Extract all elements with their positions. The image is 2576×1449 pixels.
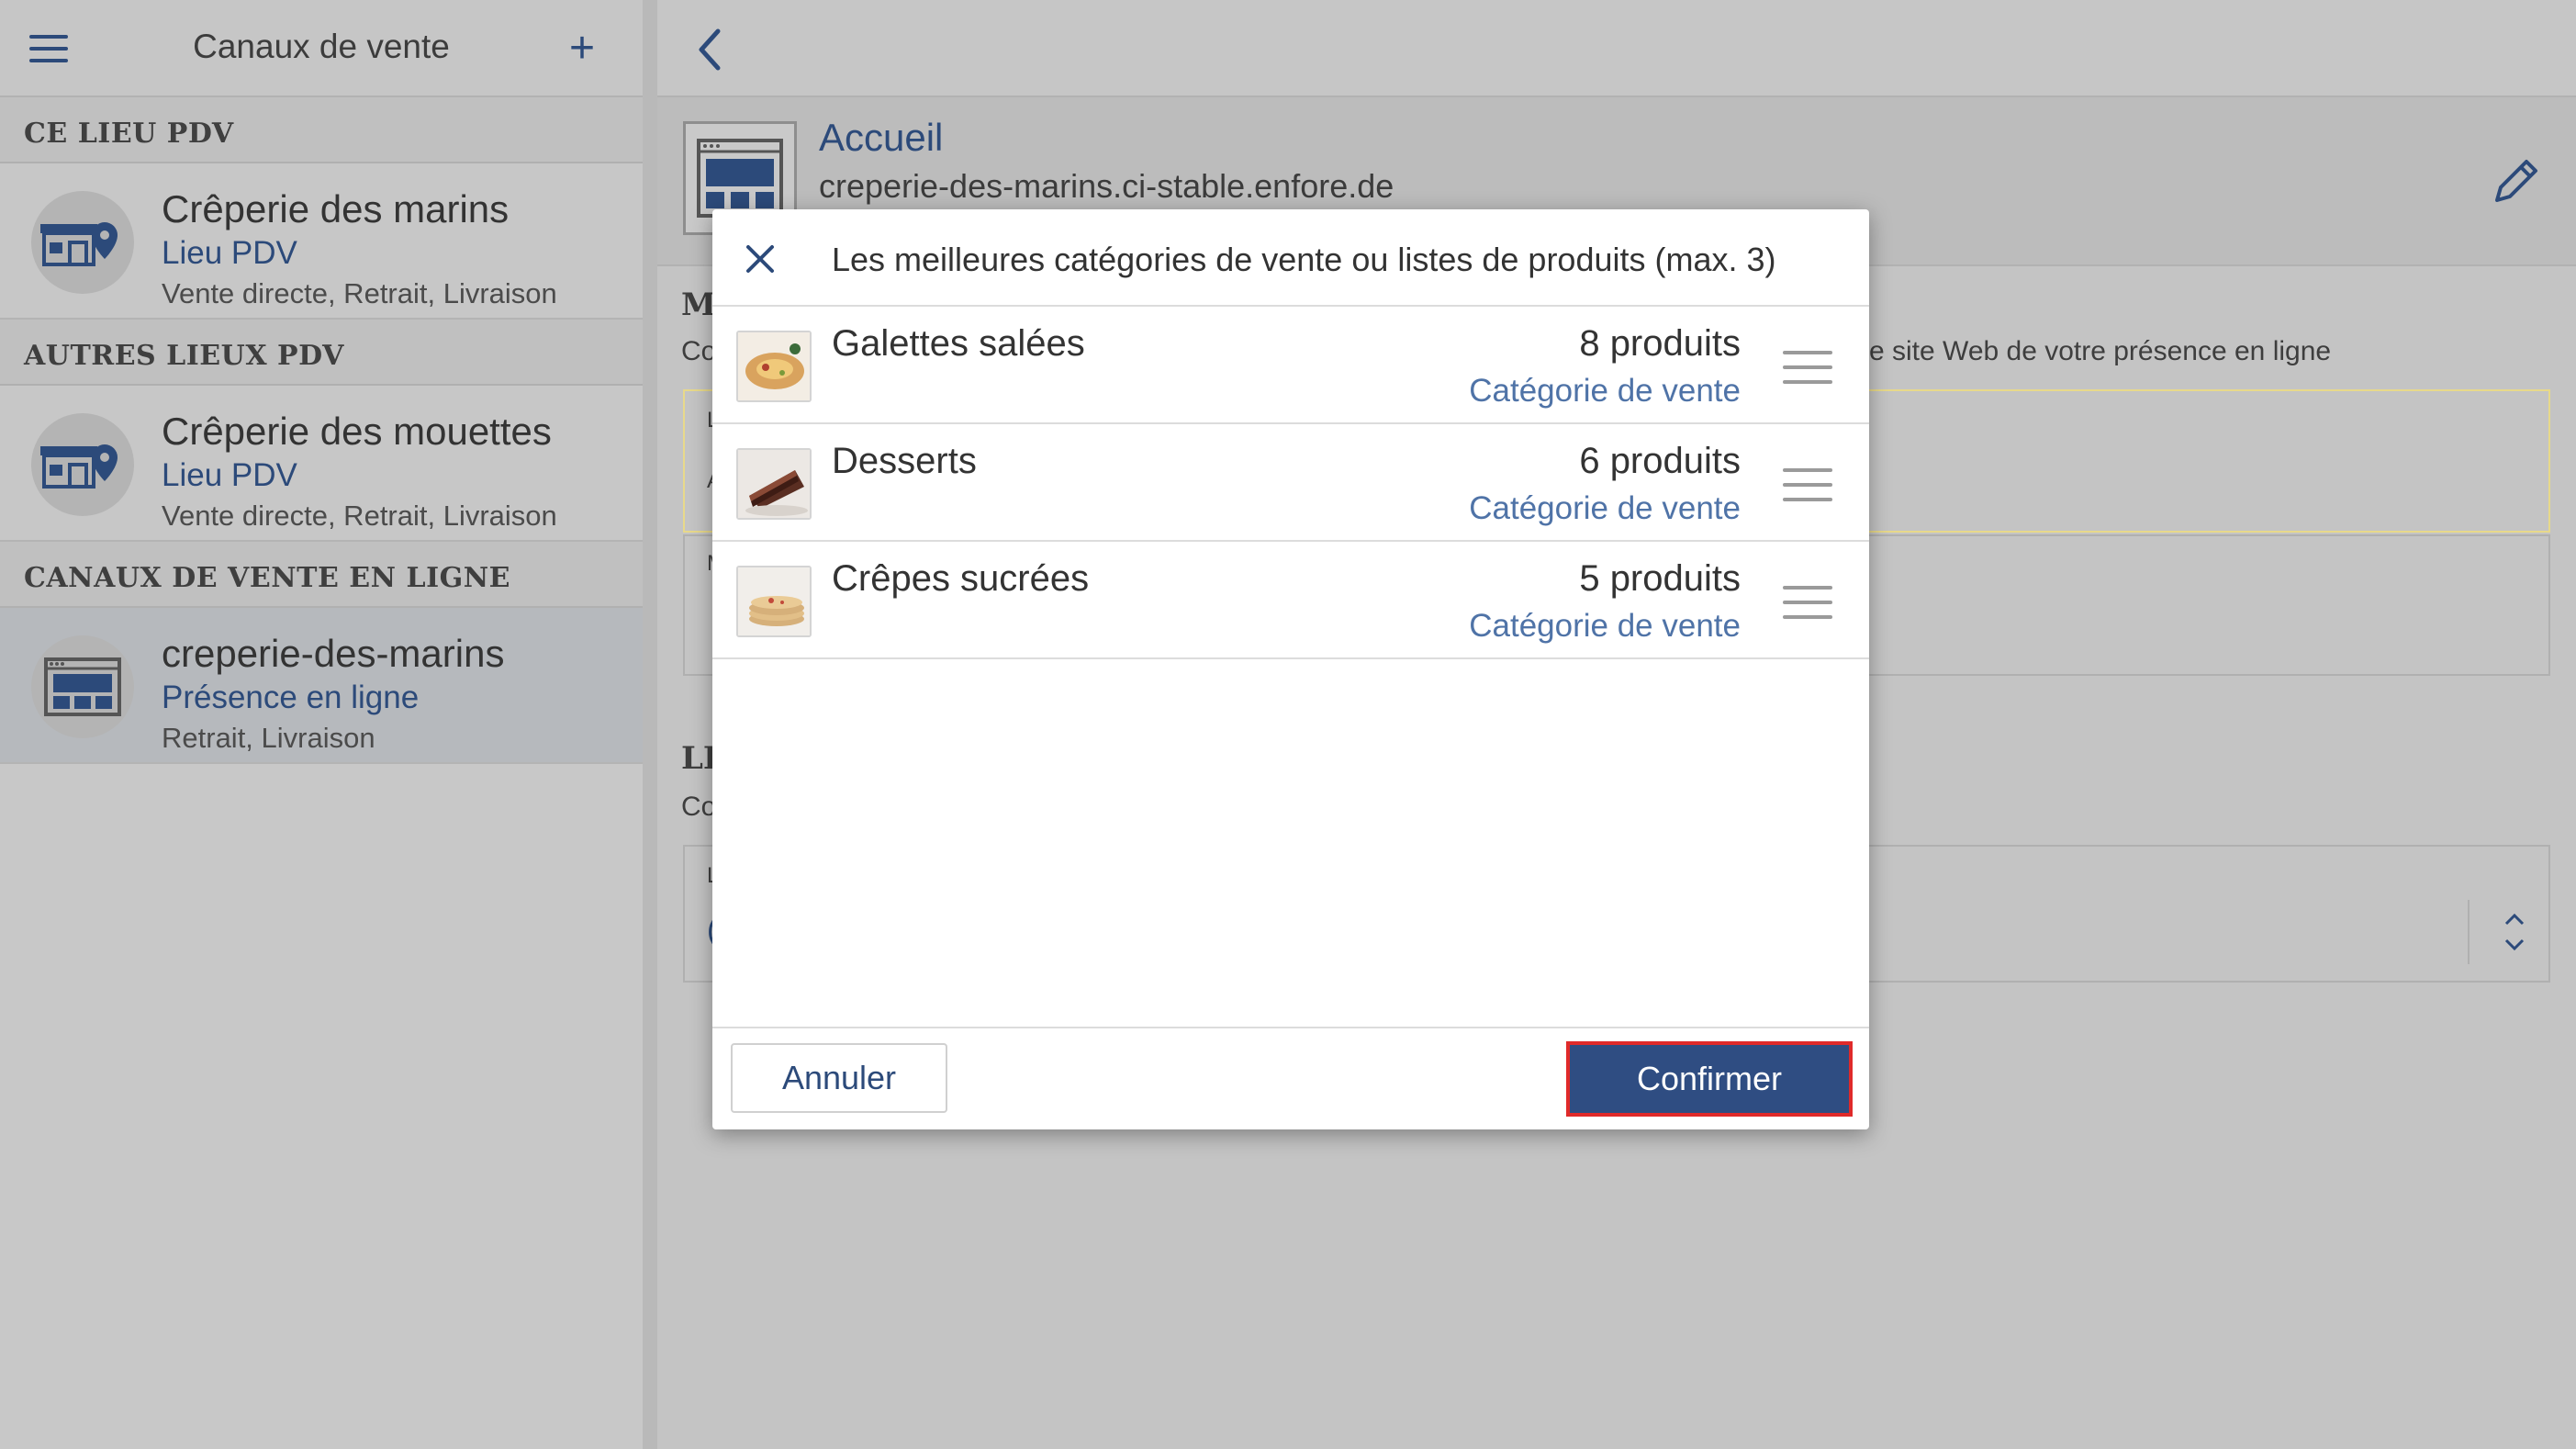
category-type: Catégorie de vente [1469, 608, 1741, 644]
product-count: 6 produits [1579, 441, 1741, 481]
category-type: Catégorie de vente [1469, 490, 1741, 526]
confirm-button[interactable]: Confirmer [1566, 1041, 1853, 1117]
channel-type: Présence en ligne [162, 680, 420, 715]
store-location-icon [31, 191, 134, 294]
sidebar-header: Canaux de vente + [0, 0, 643, 97]
crepes-thumb [736, 566, 812, 637]
top-categories-modal: Les meilleures catégories de vente ou li… [712, 209, 1869, 1129]
main-topbar [657, 0, 2576, 97]
category-row[interactable]: Galettes salées 8 produits Catégorie de … [712, 307, 1869, 424]
site-url: creperie-des-marins.ci-stable.enfore.de [819, 167, 1394, 205]
edit-pencil-icon[interactable] [2488, 154, 2543, 214]
cancel-button[interactable]: Annuler [731, 1043, 947, 1113]
channel-modes: Retrait, Livraison [162, 722, 375, 754]
channel-name: Crêperie des mouettes [162, 410, 552, 453]
category-row[interactable]: Desserts 6 produits Catégorie de vente [712, 424, 1869, 542]
drag-handle-icon[interactable] [1783, 468, 1832, 512]
product-count: 8 produits [1579, 323, 1741, 364]
galette-thumb [736, 331, 812, 402]
channel-type: Lieu PDV [162, 235, 297, 271]
category-type: Catégorie de vente [1469, 373, 1741, 409]
modal-title: Les meilleures catégories de vente ou li… [832, 241, 1776, 278]
category-name: Galettes salées [832, 323, 1085, 364]
store-location-icon [31, 413, 134, 516]
close-icon[interactable] [744, 242, 777, 280]
product-count: 5 produits [1579, 558, 1741, 599]
category-row[interactable]: Crêpes sucrées 5 produits Catégorie de v… [712, 542, 1869, 659]
sort-arrows-icon[interactable] [2501, 907, 2528, 961]
modal-header: Les meilleures catégories de vente ou li… [712, 209, 1869, 307]
drag-handle-icon[interactable] [1783, 586, 1832, 630]
bg-select-divider [2468, 900, 2470, 964]
channel-item-creperie-des-mouettes[interactable]: Crêperie des mouettes Lieu PDV Vente dir… [0, 386, 643, 542]
page-title: Accueil [819, 116, 944, 159]
channel-modes: Vente directe, Retrait, Livraison [162, 500, 557, 532]
channel-name: creperie-des-marins [162, 632, 505, 675]
website-icon [31, 635, 134, 738]
bg-section-desc-tail: e site Web de votre présence en ligne [1869, 336, 2332, 366]
drag-handle-icon[interactable] [1783, 351, 1832, 395]
modal-footer: Annuler Confirmer [712, 1027, 1869, 1129]
section-header-this-location: CE LIEU PDV [0, 97, 643, 163]
channel-item-online-presence[interactable]: creperie-des-marins Présence en ligne Re… [0, 608, 643, 764]
pane-divider[interactable] [643, 0, 657, 1449]
section-header-online-channels: CANAUX DE VENTE EN LIGNE [0, 542, 643, 608]
bg-section-desc: Co [681, 336, 717, 366]
bg-section-desc-2: Co [681, 792, 717, 822]
sidebar-title: Canaux de vente [193, 28, 450, 65]
sidebar: Canaux de vente + CE LIEU PDV Crêperie d… [0, 0, 643, 1449]
channel-modes: Vente directe, Retrait, Livraison [162, 277, 557, 309]
channel-name: Crêperie des marins [162, 187, 510, 230]
back-icon[interactable] [694, 26, 725, 78]
section-header-other-locations: AUTRES LIEUX PDV [0, 320, 643, 386]
channel-type: Lieu PDV [162, 457, 297, 493]
channel-item-creperie-des-marins[interactable]: Crêperie des marins Lieu PDV Vente direc… [0, 163, 643, 320]
category-name: Desserts [832, 441, 977, 481]
add-channel-icon[interactable]: + [569, 27, 595, 71]
cake-thumb [736, 448, 812, 520]
category-name: Crêpes sucrées [832, 558, 1090, 599]
